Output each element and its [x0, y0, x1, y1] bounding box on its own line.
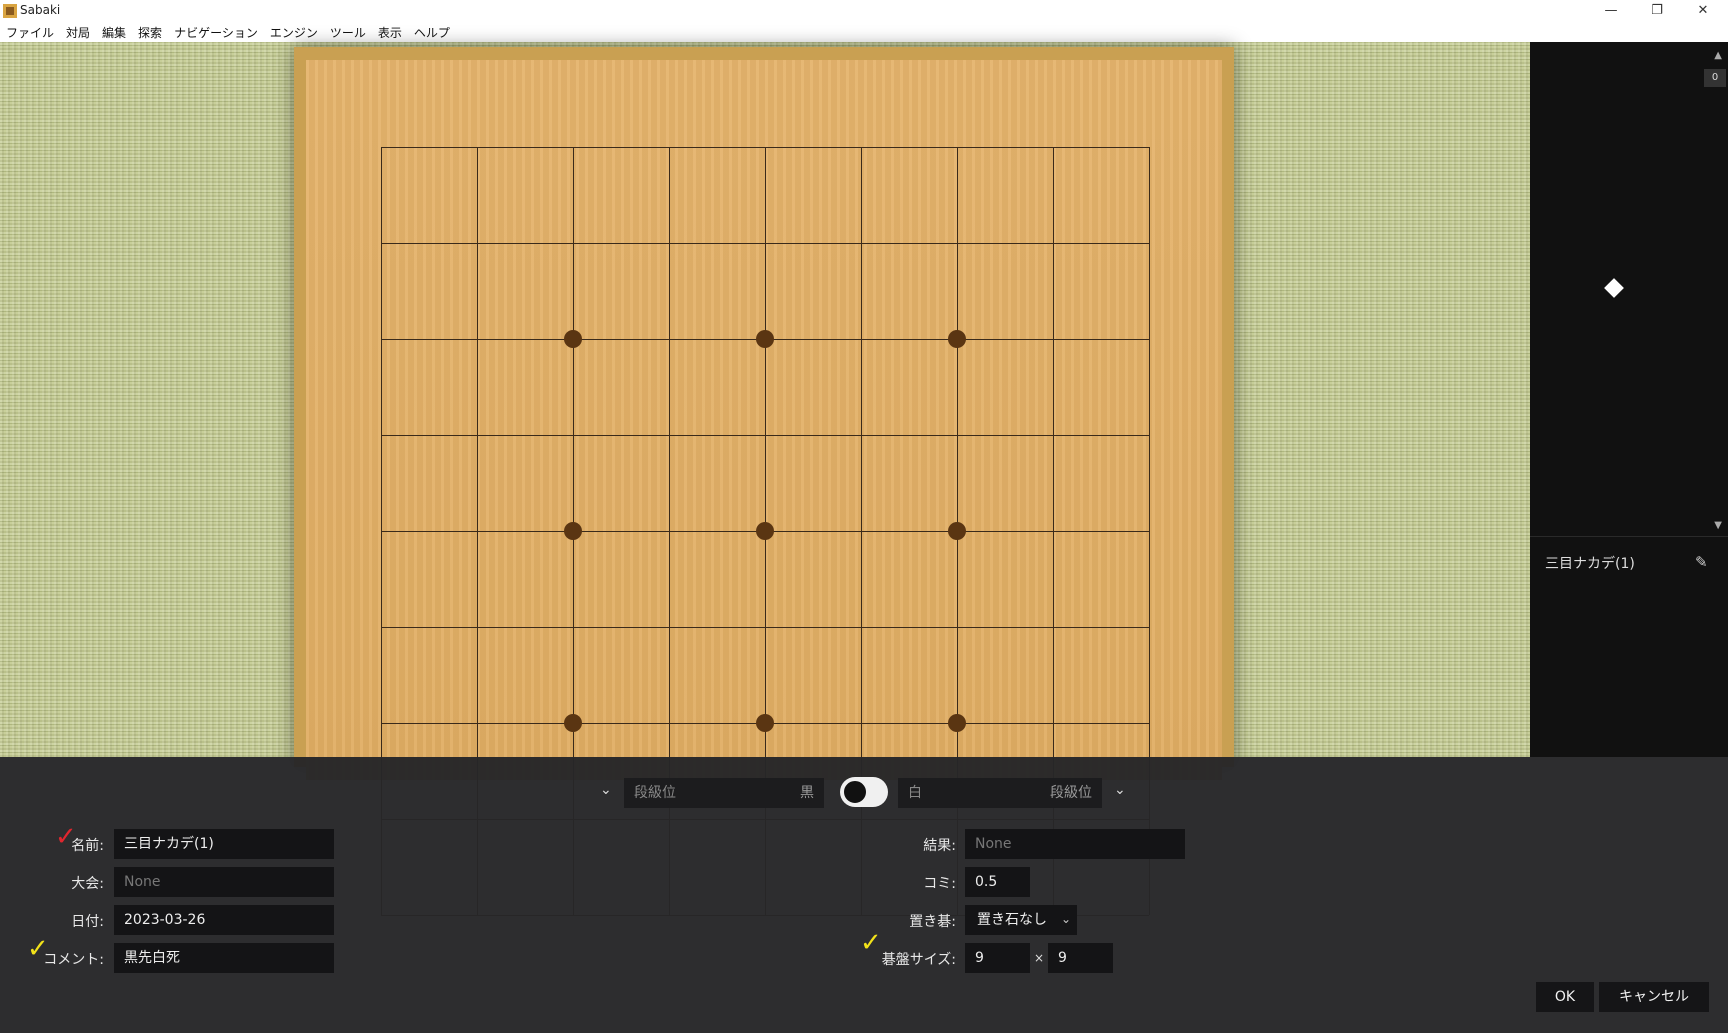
board-height-field[interactable]: 9	[1048, 943, 1113, 973]
star-point	[564, 330, 582, 348]
black-rank-placeholder: 段級位	[634, 785, 676, 801]
window-title: Sabaki	[20, 3, 61, 17]
komi-label: コミ:	[923, 876, 956, 892]
menu-file[interactable]: ファイル	[0, 24, 60, 41]
scroll-up-arrow-icon[interactable]: ▲	[1714, 50, 1722, 61]
cancel-button[interactable]: キャンセル	[1599, 982, 1709, 1012]
comment-title: 三目ナカデ(1)	[1545, 556, 1635, 572]
event-field[interactable]: None	[114, 867, 334, 897]
menu-navigation[interactable]: ナビゲーション	[168, 24, 264, 41]
board-size-label: 碁盤サイズ:	[881, 952, 956, 968]
white-name-placeholder: 白	[908, 785, 922, 801]
result-label: 結果:	[923, 838, 956, 854]
star-point	[756, 522, 774, 540]
title-bar: Sabaki — ❐ ✕	[0, 0, 1728, 22]
menu-bar: ファイル 対局 編集 探索 ナビゲーション エンジン ツール 表示 ヘルプ	[0, 22, 1728, 42]
star-point	[564, 714, 582, 732]
edit-pencil-icon[interactable]: ✎	[1695, 553, 1708, 571]
ok-button[interactable]: OK	[1536, 982, 1594, 1012]
handicap-label: 置き碁:	[909, 914, 956, 930]
menu-find[interactable]: 探索	[132, 24, 168, 41]
scroll-down-arrow-icon[interactable]: ▼	[1714, 520, 1722, 531]
star-point	[948, 714, 966, 732]
minimize-button[interactable]: —	[1588, 0, 1634, 22]
grid-line-horizontal	[381, 627, 1149, 628]
restore-button[interactable]: ❐	[1634, 0, 1680, 22]
goban-surface[interactable]	[306, 60, 1222, 916]
comment-divider	[1530, 536, 1728, 537]
times-sign: ×	[1034, 951, 1045, 965]
handicap-value: 置き石なし	[977, 912, 1047, 928]
black-rank-field[interactable]: 段級位 黒	[624, 778, 824, 808]
star-point	[564, 522, 582, 540]
goban[interactable]	[294, 47, 1234, 916]
game-tree-panel[interactable]: ▲ ▼	[1530, 42, 1728, 757]
handicap-select[interactable]: 置き石なし ⌄	[965, 905, 1077, 935]
comment-field[interactable]: 黒先白死	[114, 943, 334, 973]
black-name-placeholder: 黒	[800, 785, 814, 801]
event-label: 大会:	[71, 876, 104, 892]
menu-edit[interactable]: 編集	[96, 24, 132, 41]
white-rank-placeholder: 段級位	[1050, 785, 1092, 801]
menu-tools[interactable]: ツール	[324, 24, 372, 41]
date-label: 日付:	[71, 914, 104, 930]
result-field[interactable]: None	[965, 829, 1185, 859]
name-label: 名前:	[71, 838, 104, 854]
white-rank-field[interactable]: 白 段級位	[898, 778, 1102, 808]
black-engine-chevron-icon[interactable]: ⌄	[600, 782, 612, 798]
menu-help[interactable]: ヘルプ	[408, 24, 456, 41]
toggle-knob	[842, 779, 868, 805]
star-point	[948, 330, 966, 348]
date-field[interactable]: 2023-03-26	[114, 905, 334, 935]
move-number-badge: 0	[1704, 69, 1726, 87]
menu-game[interactable]: 対局	[60, 24, 96, 41]
app-icon	[3, 4, 17, 18]
star-point	[756, 714, 774, 732]
handicap-chevron-icon: ⌄	[1060, 912, 1071, 926]
menu-engine[interactable]: エンジン	[264, 24, 324, 41]
star-point	[948, 522, 966, 540]
board-width-field[interactable]: 9	[965, 943, 1030, 973]
menu-view[interactable]: 表示	[372, 24, 408, 41]
comment-label: コメント:	[43, 952, 104, 968]
close-button[interactable]: ✕	[1680, 0, 1726, 22]
star-point	[756, 330, 774, 348]
komi-field[interactable]: 0.5	[965, 867, 1030, 897]
white-engine-chevron-icon[interactable]: ⌄	[1114, 782, 1126, 798]
name-field[interactable]: 三目ナカデ(1)	[114, 829, 334, 859]
